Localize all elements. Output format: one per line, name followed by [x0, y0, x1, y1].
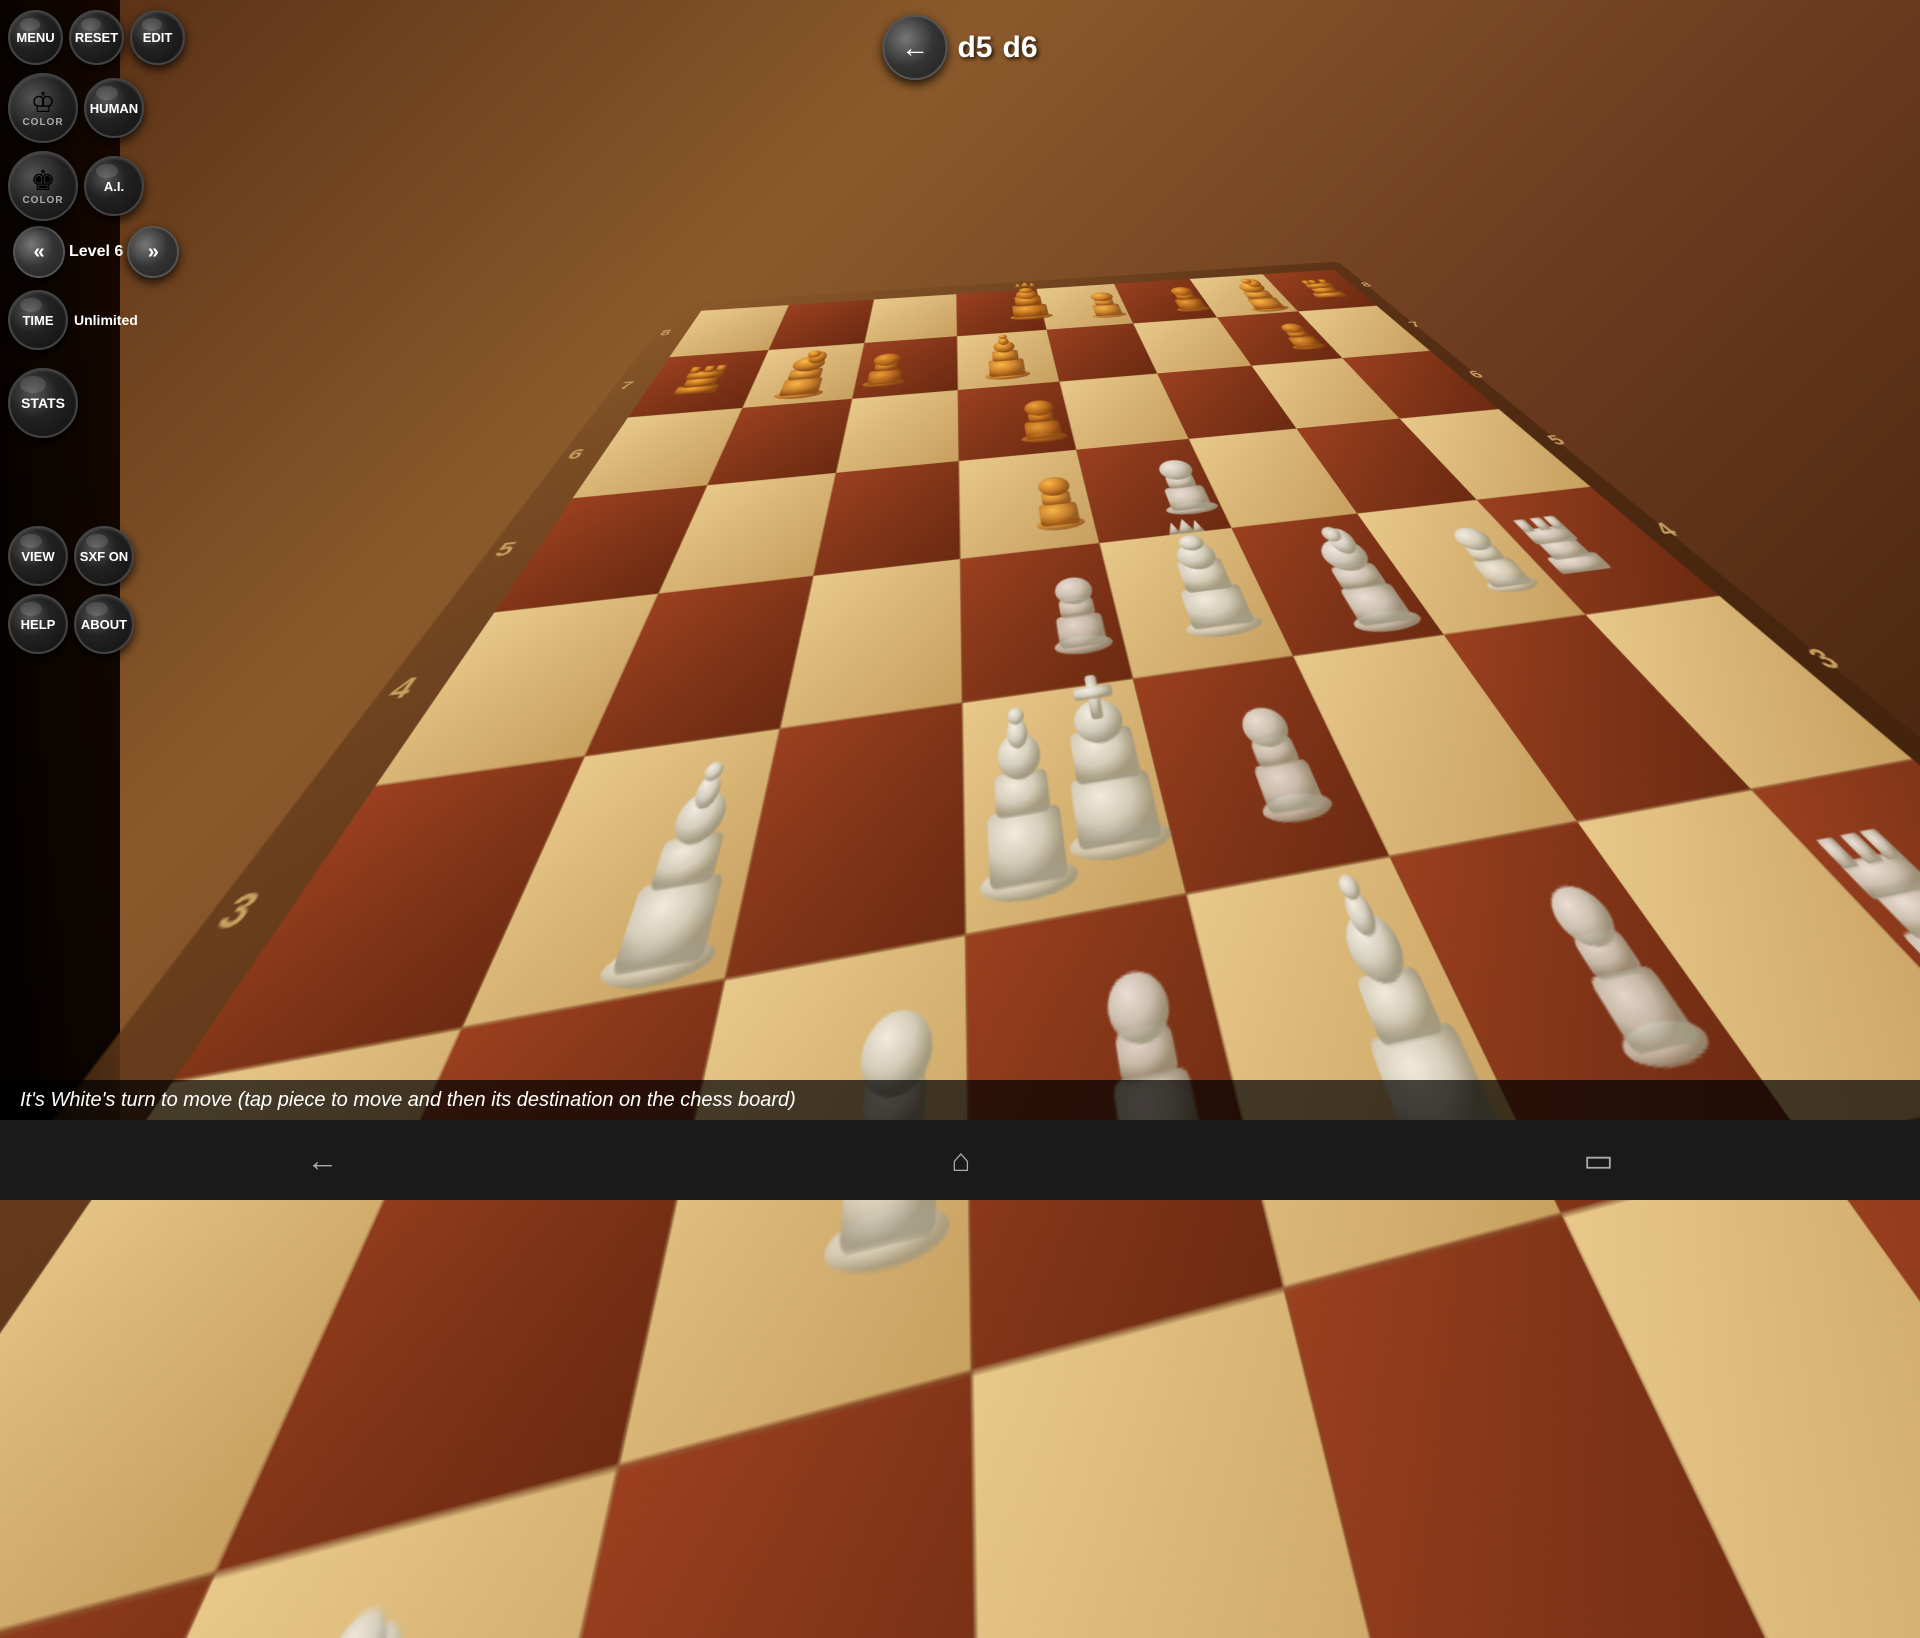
color1-row: ♔ COLOR HUMAN [8, 73, 144, 143]
status-message: It's White's turn to move (tap piece to … [20, 1089, 796, 1112]
color1-button[interactable]: ♔ COLOR [8, 73, 78, 143]
view-row: VIEW SXF ON [8, 446, 134, 586]
top-button-row: MENU RESET EDIT [8, 10, 185, 65]
nav-bar: ← ⌂ ▭ [0, 1120, 1920, 1200]
ai-button[interactable]: A.I. [84, 156, 144, 216]
last-move-display: d5 [957, 31, 992, 65]
home-icon: ⌂ [951, 1142, 970, 1179]
edit-button[interactable]: EDIT [130, 10, 185, 65]
color1-label: COLOR [22, 117, 63, 128]
human-button[interactable]: HUMAN [84, 78, 144, 138]
prev-level-button[interactable]: « [13, 226, 65, 278]
undo-move-button[interactable] [882, 15, 947, 80]
time-value: Unlimited [74, 312, 138, 328]
recents-icon: ▭ [1583, 1141, 1613, 1179]
board-3d-wrapper: A B C D E F G H 8 7 6 5 4 3 2 1 8 7 6 5 … [448, 0, 1920, 1618]
recents-nav-button[interactable]: ▭ [1583, 1141, 1613, 1179]
last-move-to-display: d6 [1003, 31, 1038, 65]
move-indicator: d5 d6 [882, 15, 1037, 80]
back-icon: ← [306, 1142, 338, 1179]
stats-row: STATS [8, 358, 78, 438]
sidebar: MENU RESET EDIT ♔ COLOR HUMAN ♚ COLOR A.… [0, 0, 120, 1120]
back-nav-button[interactable]: ← [306, 1142, 338, 1179]
color2-label: COLOR [22, 195, 63, 206]
home-nav-button[interactable]: ⌂ [951, 1142, 970, 1179]
next-level-button[interactable]: » [127, 226, 179, 278]
chess-board-area: A B C D E F G H 8 7 6 5 4 3 2 1 8 7 6 5 … [120, 0, 1920, 1120]
time-button[interactable]: TIME [8, 290, 68, 350]
status-bar: It's White's turn to move (tap piece to … [0, 1080, 1920, 1120]
menu-button[interactable]: MENU [8, 10, 63, 65]
sxf-button[interactable]: SXF ON [74, 526, 134, 586]
chess-board-svg[interactable]: A B C D E F G H 8 7 6 5 4 3 2 1 8 7 6 5 … [0, 249, 1920, 1638]
level-display: Level 6 [69, 243, 123, 261]
king-icon-1: ♔ [30, 89, 55, 117]
time-row: TIME Unlimited [8, 286, 138, 350]
view-button[interactable]: VIEW [8, 526, 68, 586]
help-row: HELP ABOUT [8, 594, 134, 654]
king-icon-2: ♚ [30, 167, 55, 195]
level-row: « Level 6 » [8, 226, 179, 278]
color2-button[interactable]: ♚ COLOR [8, 151, 78, 221]
color2-ai-row: ♚ COLOR A.I. [8, 151, 179, 221]
reset-button[interactable]: RESET [69, 10, 124, 65]
about-button[interactable]: ABOUT [74, 594, 134, 654]
stats-button[interactable]: STATS [8, 368, 78, 438]
help-button[interactable]: HELP [8, 594, 68, 654]
